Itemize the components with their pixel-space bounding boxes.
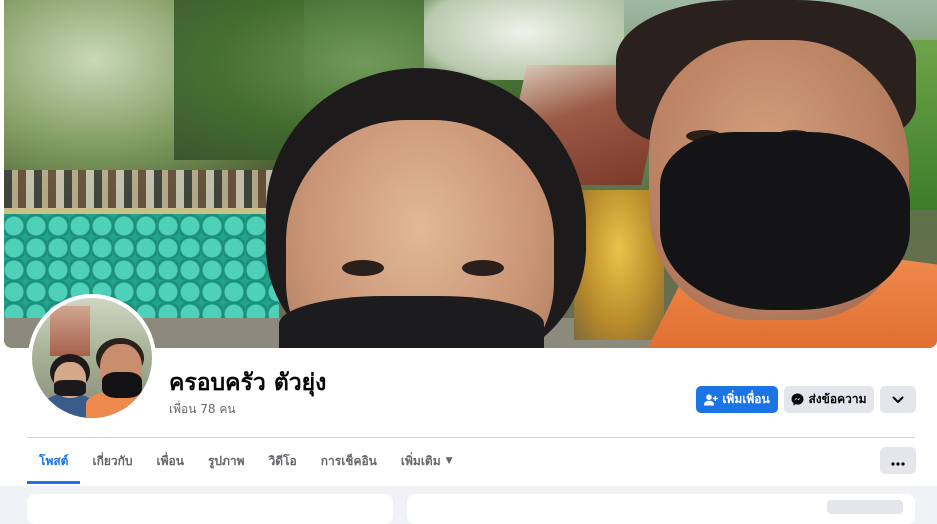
cover-photo[interactable] xyxy=(4,0,937,348)
profile-avatar[interactable] xyxy=(28,294,156,422)
chevron-down-icon xyxy=(892,393,904,407)
profile-header: ครอบครัว ตัวยุ่ง เพื่อน 78 คน เพิ่มเพื่อ… xyxy=(0,0,937,486)
tab-friends[interactable]: เพื่อน xyxy=(145,438,196,484)
messenger-icon xyxy=(791,393,804,406)
friend-count[interactable]: เพื่อน 78 คน xyxy=(169,400,236,419)
profile-name: ครอบครัว ตัวยุ่ง xyxy=(169,370,327,396)
tab-more[interactable]: เพิ่มเติม ▼ xyxy=(389,438,465,484)
tab-photos[interactable]: รูปภาพ xyxy=(196,438,257,484)
tab-videos[interactable]: วิดีโอ xyxy=(257,438,309,484)
profile-more-button[interactable] xyxy=(880,386,916,413)
caret-down-icon: ▼ xyxy=(445,456,453,466)
send-message-label: ส่งข้อความ xyxy=(808,392,867,406)
profile-tabs: โพสต์ เกี่ยวกับ เพื่อน รูปภาพ วิดีโอ การ… xyxy=(27,438,465,484)
send-message-button[interactable]: ส่งข้อความ xyxy=(784,386,874,413)
posts-card xyxy=(407,494,915,524)
person-add-icon xyxy=(704,393,719,406)
add-friend-label: เพิ่มเพื่อน xyxy=(722,392,770,406)
avatar-photo xyxy=(32,298,152,418)
add-friend-button[interactable]: เพิ่มเพื่อน xyxy=(696,386,778,413)
tab-overflow-button[interactable] xyxy=(880,447,916,474)
more-horizontal-icon xyxy=(891,451,905,470)
tab-checkins[interactable]: การเช็คอิน xyxy=(309,438,389,484)
intro-card xyxy=(27,494,393,524)
tab-posts[interactable]: โพสต์ xyxy=(27,438,81,484)
tab-about[interactable]: เกี่ยวกับ xyxy=(80,438,144,484)
